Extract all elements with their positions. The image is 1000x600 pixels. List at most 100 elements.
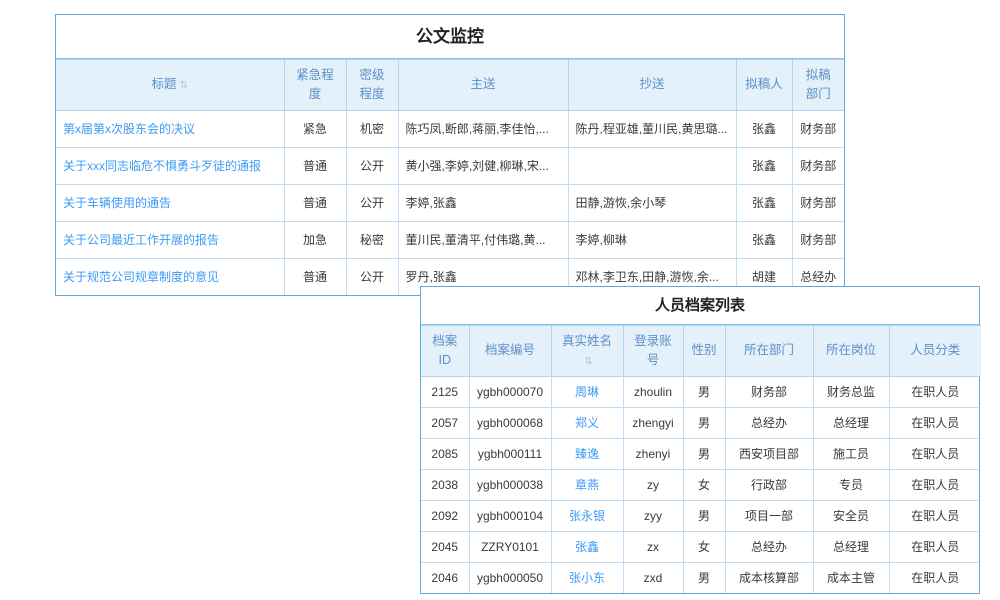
table-row: 2038 ygbh000038 章燕 zy 女 行政部 专员 在职人员 bbox=[421, 469, 981, 500]
cc-cell bbox=[568, 147, 736, 184]
gender-cell: 男 bbox=[683, 438, 725, 469]
dept-cell: 成本核算部 bbox=[725, 562, 813, 593]
position-cell: 专员 bbox=[813, 469, 889, 500]
position-cell: 成本主管 bbox=[813, 562, 889, 593]
position-cell: 总经理 bbox=[813, 407, 889, 438]
id-cell: 2038 bbox=[421, 469, 469, 500]
account-cell: zhoulin bbox=[623, 376, 683, 407]
drafter-cell: 张鑫 bbox=[736, 110, 792, 147]
file-no-cell: ygbh000068 bbox=[469, 407, 551, 438]
name-link[interactable]: 郑义 bbox=[551, 407, 623, 438]
dept-cell: 财务部 bbox=[725, 376, 813, 407]
id-cell: 2046 bbox=[421, 562, 469, 593]
doc-col-urgency: 紧急程度 bbox=[284, 60, 346, 111]
account-cell: zhenyi bbox=[623, 438, 683, 469]
drafter-cell: 张鑫 bbox=[736, 147, 792, 184]
personnel-col-category: 人员分类 bbox=[889, 326, 981, 377]
dept-cell: 行政部 bbox=[725, 469, 813, 500]
account-cell: zx bbox=[623, 531, 683, 562]
personnel-col-name[interactable]: 真实姓名 ⇅ bbox=[551, 326, 623, 377]
table-row: 2057 ygbh000068 郑义 zhengyi 男 总经办 总经理 在职人… bbox=[421, 407, 981, 438]
doc-col-main-to: 主送 bbox=[398, 60, 568, 111]
name-link[interactable]: 张小东 bbox=[551, 562, 623, 593]
dept-cell: 项目一部 bbox=[725, 500, 813, 531]
dept-cell: 西安项目部 bbox=[725, 438, 813, 469]
gender-cell: 男 bbox=[683, 376, 725, 407]
personnel-panel: 人员档案列表 档案ID 档案编号 真实姓名⇅ 登录账号 性别 所在部门 所在岗位… bbox=[420, 286, 980, 594]
personnel-table: 档案ID 档案编号 真实姓名⇅ 登录账号 性别 所在部门 所在岗位 人员分类 2… bbox=[421, 325, 981, 593]
table-row: 第x届第x次股东会的决议 紧急 机密 陈巧凤,断郎,蒋丽,李佳怡,... 陈丹,… bbox=[56, 110, 844, 147]
category-cell: 在职人员 bbox=[889, 438, 981, 469]
urgency-cell: 普通 bbox=[284, 258, 346, 295]
category-cell: 在职人员 bbox=[889, 469, 981, 500]
doc-monitor-title: 公文监控 bbox=[56, 15, 844, 59]
name-link[interactable]: 章燕 bbox=[551, 469, 623, 500]
doc-col-drafter: 拟稿人 bbox=[736, 60, 792, 111]
main-to-cell: 李婷,张鑫 bbox=[398, 184, 568, 221]
table-row: 2046 ygbh000050 张小东 zxd 男 成本核算部 成本主管 在职人… bbox=[421, 562, 981, 593]
table-row: 2045 ZZRY0101 张鑫 zx 女 总经办 总经理 在职人员 bbox=[421, 531, 981, 562]
urgency-cell: 普通 bbox=[284, 184, 346, 221]
doc-title-link[interactable]: 关于xxx同志临危不惧勇斗歹徒的通报 bbox=[56, 147, 284, 184]
dept-cell: 财务部 bbox=[792, 221, 844, 258]
table-row: 2085 ygbh000111 臻逸 zhenyi 男 西安项目部 施工员 在职… bbox=[421, 438, 981, 469]
doc-col-secrecy: 密级程度 bbox=[346, 60, 398, 111]
account-cell: zy bbox=[623, 469, 683, 500]
account-cell: zhengyi bbox=[623, 407, 683, 438]
personnel-header-row: 档案ID 档案编号 真实姓名⇅ 登录账号 性别 所在部门 所在岗位 人员分类 bbox=[421, 326, 981, 377]
dept-cell: 财务部 bbox=[792, 147, 844, 184]
id-cell: 2125 bbox=[421, 376, 469, 407]
secrecy-cell: 公开 bbox=[346, 147, 398, 184]
doc-monitor-table: 标题⇅ 紧急程度 密级程度 主送 抄送 拟稿人 拟稿部门 第x届第x次股东会的决… bbox=[56, 59, 844, 295]
position-cell: 安全员 bbox=[813, 500, 889, 531]
doc-header-row: 标题⇅ 紧急程度 密级程度 主送 抄送 拟稿人 拟稿部门 bbox=[56, 60, 844, 111]
name-link[interactable]: 周琳 bbox=[551, 376, 623, 407]
file-no-cell: ygbh000050 bbox=[469, 562, 551, 593]
secrecy-cell: 秘密 bbox=[346, 221, 398, 258]
personnel-col-account: 登录账号 bbox=[623, 326, 683, 377]
table-row: 关于公司最近工作开展的报告 加急 秘密 董川民,董清平,付伟璐,黄... 李婷,… bbox=[56, 221, 844, 258]
sort-icon[interactable]: ⇅ bbox=[180, 78, 188, 93]
category-cell: 在职人员 bbox=[889, 562, 981, 593]
dept-cell: 总经办 bbox=[725, 531, 813, 562]
doc-col-title-label: 标题 bbox=[152, 77, 177, 91]
personnel-col-dept: 所在部门 bbox=[725, 326, 813, 377]
personnel-col-gender: 性别 bbox=[683, 326, 725, 377]
name-link[interactable]: 张永银 bbox=[551, 500, 623, 531]
file-no-cell: ZZRY0101 bbox=[469, 531, 551, 562]
personnel-col-position: 所在岗位 bbox=[813, 326, 889, 377]
personnel-col-id: 档案ID bbox=[421, 326, 469, 377]
category-cell: 在职人员 bbox=[889, 376, 981, 407]
name-link[interactable]: 张鑫 bbox=[551, 531, 623, 562]
file-no-cell: ygbh000111 bbox=[469, 438, 551, 469]
drafter-cell: 张鑫 bbox=[736, 184, 792, 221]
doc-title-link[interactable]: 第x届第x次股东会的决议 bbox=[56, 110, 284, 147]
name-link[interactable]: 臻逸 bbox=[551, 438, 623, 469]
table-row: 2092 ygbh000104 张永银 zyy 男 项目一部 安全员 在职人员 bbox=[421, 500, 981, 531]
dept-cell: 财务部 bbox=[792, 110, 844, 147]
doc-title-link[interactable]: 关于车辆使用的通告 bbox=[56, 184, 284, 221]
doc-title-link[interactable]: 关于公司最近工作开展的报告 bbox=[56, 221, 284, 258]
file-no-cell: ygbh000104 bbox=[469, 500, 551, 531]
secrecy-cell: 机密 bbox=[346, 110, 398, 147]
account-cell: zxd bbox=[623, 562, 683, 593]
doc-monitor-panel: 公文监控 标题⇅ 紧急程度 密级程度 主送 抄送 拟稿人 拟稿部门 第x届第x次… bbox=[55, 14, 845, 296]
urgency-cell: 普通 bbox=[284, 147, 346, 184]
cc-cell: 陈丹,程亚雄,董川民,黄思璐... bbox=[568, 110, 736, 147]
id-cell: 2045 bbox=[421, 531, 469, 562]
table-row: 关于xxx同志临危不惧勇斗歹徒的通报 普通 公开 黄小强,李婷,刘健,柳琳,宋.… bbox=[56, 147, 844, 184]
cc-cell: 李婷,柳琳 bbox=[568, 221, 736, 258]
sort-icon[interactable]: ⇅ bbox=[584, 354, 592, 369]
personnel-col-name-label: 真实姓名 bbox=[562, 334, 612, 348]
id-cell: 2057 bbox=[421, 407, 469, 438]
personnel-title: 人员档案列表 bbox=[421, 287, 979, 325]
urgency-cell: 紧急 bbox=[284, 110, 346, 147]
doc-col-dept: 拟稿部门 bbox=[792, 60, 844, 111]
doc-col-cc: 抄送 bbox=[568, 60, 736, 111]
table-row: 2125 ygbh000070 周琳 zhoulin 男 财务部 财务总监 在职… bbox=[421, 376, 981, 407]
urgency-cell: 加急 bbox=[284, 221, 346, 258]
doc-title-link[interactable]: 关于规范公司规章制度的意见 bbox=[56, 258, 284, 295]
main-to-cell: 黄小强,李婷,刘健,柳琳,宋... bbox=[398, 147, 568, 184]
doc-col-title[interactable]: 标题⇅ bbox=[56, 60, 284, 111]
gender-cell: 男 bbox=[683, 500, 725, 531]
